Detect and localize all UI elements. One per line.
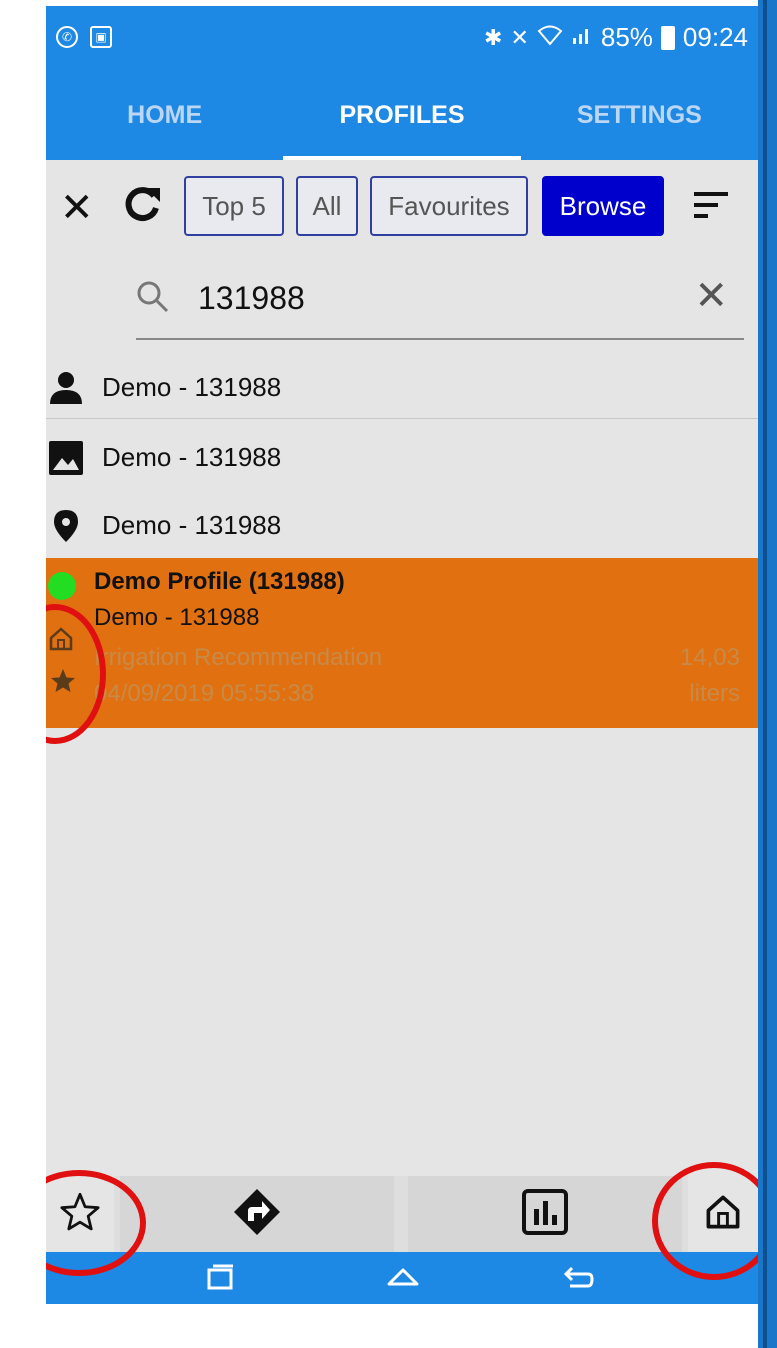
tab-home[interactable]: HOME [46,70,283,160]
battery-percent: 85% [600,22,653,52]
directions-button[interactable] [120,1176,394,1252]
status-bar: ✆ ▣ ✱ ✕ 85% 09:24 [46,6,758,70]
whatsapp-icon: ✆ [56,26,78,48]
sort-icon[interactable] [694,190,730,225]
clock: 09:24 [682,22,748,52]
system-nav-bar [46,1252,758,1304]
directions-icon [232,1187,282,1242]
list-item-label: Demo - 131988 [102,510,282,540]
tab-profiles-label: PROFILES [339,100,465,129]
tab-bar: HOME PROFILES SETTINGS [46,70,758,160]
filter-top5-button[interactable]: Top 5 [184,176,284,236]
recommendation-datetime: 04/09/2019 05:55:38 [94,680,315,707]
phone-screen: ✆ ▣ ✱ ✕ 85% 09:24 HOME PROFILES SETTINGS… [46,6,758,1304]
location-pin-icon [48,508,84,544]
back-icon[interactable] [562,1262,596,1297]
battery-icon [660,25,675,50]
tab-settings-label: SETTINGS [576,100,702,129]
image-icon [48,440,84,476]
chart-button[interactable] [408,1176,682,1252]
list-item-image[interactable]: Demo - 131988 [46,422,758,492]
search-icon [136,280,170,319]
filter-toolbar: ✕ Top 5 All Favourites Browse [46,160,758,256]
person-icon [48,370,84,406]
list-divider [46,418,758,419]
recent-apps-icon[interactable] [206,1262,236,1297]
home-nav-icon[interactable] [386,1262,420,1297]
wifi-icon [537,22,563,53]
recommendation-unit: liters [689,680,740,707]
status-dot [48,572,76,600]
signal-icon [571,22,593,53]
gallery-icon: ▣ [90,26,112,48]
chart-icon [522,1188,568,1240]
list-item-location[interactable]: Demo - 131988 [46,490,758,560]
tab-settings[interactable]: SETTINGS [521,70,758,160]
list-item-person[interactable]: Demo - 131988 [46,352,758,422]
clear-search-icon[interactable]: ✕ [694,276,728,316]
recommendation-amount: 14,03 [679,644,740,671]
bottom-action-bar [46,1176,758,1252]
right-edge-bar-line [763,0,767,1348]
search-input[interactable]: 131988 [198,280,305,317]
bluetooth-icon: ✱ [484,24,503,50]
list-item-label: Demo - 131988 [102,442,282,472]
tab-profiles[interactable]: PROFILES [283,70,521,160]
refresh-icon[interactable] [120,182,164,231]
recommendation-label: Irrigation Recommendation [94,644,383,671]
profile-card[interactable]: Demo Profile (131988) Demo - 131988 Irri… [46,558,758,728]
search-bar[interactable]: 131988 ✕ [136,262,744,340]
list-item-label: Demo - 131988 [102,372,282,402]
profile-subtitle: Demo - 131988 [94,604,260,631]
filter-favourites-button[interactable]: Favourites [370,176,528,236]
profile-title: Demo Profile (131988) [94,568,345,595]
filter-all-button[interactable]: All [296,176,358,236]
close-icon[interactable]: ✕ [60,184,94,232]
filter-browse-button[interactable]: Browse [542,176,664,236]
mute-icon: ✕ [510,24,529,50]
tab-home-label: HOME [127,100,203,129]
right-edge-bar [758,0,777,1348]
